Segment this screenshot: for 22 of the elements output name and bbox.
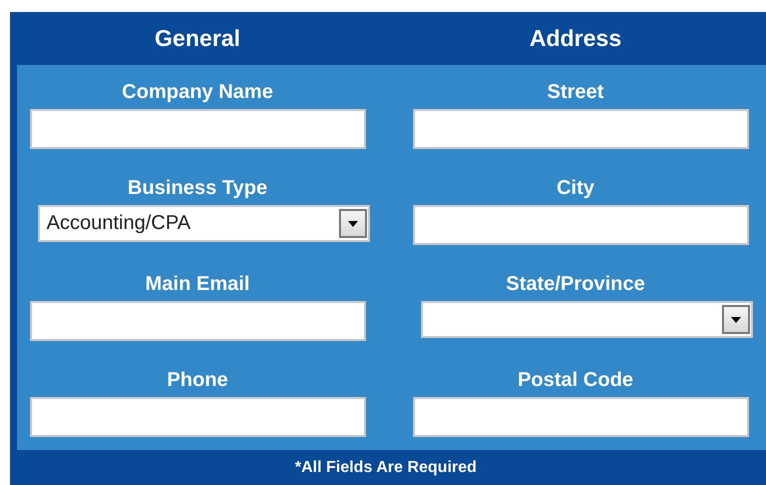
caret-icon: [348, 220, 358, 226]
text-input[interactable]: [30, 397, 366, 437]
field-label: Business Type: [128, 176, 268, 201]
dropdown[interactable]: [420, 301, 752, 338]
field-label: Company Name: [122, 80, 274, 105]
text-input[interactable]: [30, 301, 366, 341]
field-label: Main Email: [145, 272, 250, 297]
caret-icon: [730, 316, 740, 322]
field-label: Postal Code: [518, 368, 634, 393]
dropdown-value: Accounting/CPA: [46, 212, 192, 235]
text-input[interactable]: [412, 205, 748, 245]
text-input[interactable]: [412, 397, 748, 437]
field-label: Phone: [166, 368, 228, 393]
section-heading: Address: [529, 25, 622, 52]
field-label: State/Province: [506, 272, 645, 297]
text-input[interactable]: [30, 109, 366, 149]
text-input[interactable]: [412, 109, 748, 149]
dropdown[interactable]: Accounting/CPA: [38, 205, 370, 242]
section-heading: General: [154, 25, 240, 52]
required-note: *All Fields Are Required: [295, 458, 477, 476]
field-label: City: [556, 176, 594, 201]
field-label: Street: [547, 80, 604, 105]
